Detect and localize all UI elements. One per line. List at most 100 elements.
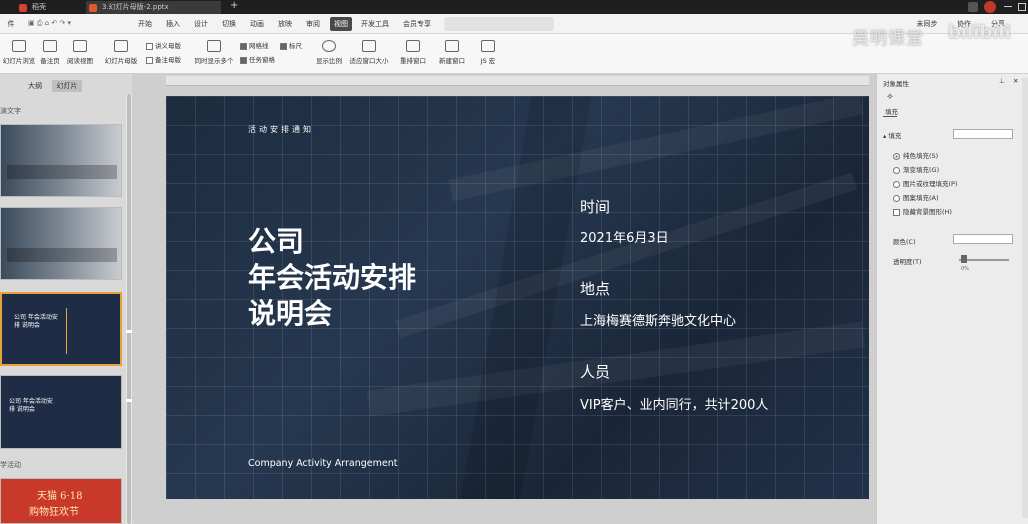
color-dropdown[interactable]: [953, 234, 1013, 244]
menu-transition[interactable]: 切换: [218, 17, 240, 31]
slide-thumbnail-2[interactable]: [0, 207, 122, 280]
tab-outline[interactable]: 大纲: [22, 80, 48, 92]
slide-thumbnail-3-selected[interactable]: 公司 年会活动安排 说明会: [0, 292, 122, 366]
thumb-ad-line1: 天猫 6·18: [37, 491, 83, 502]
tab-slides[interactable]: 幻灯片: [52, 80, 82, 92]
menu-home[interactable]: 开始: [134, 17, 156, 31]
reading-view-button[interactable]: 阅读视图: [64, 40, 96, 65]
slide-thumbnail-5[interactable]: 天猫 6·18 购物狂欢节: [0, 478, 122, 524]
title-bar: 稻壳 3.幻灯片母版-2.pptx +: [0, 0, 1028, 14]
place-value[interactable]: 上海梅赛德斯奔驰文化中心: [580, 310, 736, 329]
pin-icon[interactable]: ⊥: [999, 77, 1005, 85]
button-label: JS 宏: [480, 57, 496, 65]
button-label: 适应窗口大小: [349, 57, 389, 65]
section-label: 演文字: [0, 107, 21, 115]
search-box[interactable]: [444, 17, 554, 31]
slide-header[interactable]: 活动安排通知: [248, 124, 314, 135]
properties-scrollbar[interactable]: [1022, 78, 1028, 518]
show-multiple-button[interactable]: 同时显示多个: [192, 40, 236, 65]
menu-animation[interactable]: 动画: [246, 17, 268, 31]
arrange-windows-button[interactable]: 重排窗口: [398, 40, 428, 65]
check-label: 讲义母版: [155, 42, 181, 50]
menu-review[interactable]: 审阅: [302, 17, 324, 31]
zoom-button[interactable]: 显示比例: [314, 40, 344, 65]
option-label: 图片或纹理填充(P): [903, 180, 958, 188]
badge-icon[interactable]: [968, 2, 978, 12]
avatar[interactable]: [984, 1, 996, 13]
object-properties-panel: 对象属性 ⊥ ✕ ⟡ 填充 ▴ 填充 纯色填充(S) 渐变填充(G) 图片或纹理…: [876, 74, 1028, 524]
time-label[interactable]: 时间: [580, 196, 610, 217]
option-label: 渐变填充(G): [903, 166, 940, 174]
maximize-icon[interactable]: [1018, 3, 1026, 11]
slide-sorter-button[interactable]: 幻灯片浏览: [2, 40, 36, 65]
scrollbar-thumb[interactable]: [127, 94, 131, 524]
fill-bucket-icon[interactable]: ⟡: [887, 92, 893, 102]
option-label: 纯色填充(S): [903, 152, 939, 160]
task-pane-check[interactable]: 任务窗格: [240, 54, 275, 64]
transparency-slider-thumb[interactable]: [961, 255, 967, 263]
tab-daoke[interactable]: 稻壳: [16, 1, 76, 14]
menu-view[interactable]: 视图: [330, 17, 352, 31]
checkbox-checked-icon: [280, 42, 287, 50]
check-label: 备注母版: [155, 56, 181, 64]
tab-fill[interactable]: 填充: [885, 106, 898, 116]
slide-title-line1[interactable]: 公司: [248, 224, 304, 260]
option-gradient-fill[interactable]: 渐变填充(G): [893, 164, 939, 174]
button-label: 新建窗口: [439, 57, 465, 65]
option-pattern-fill[interactable]: 图案填充(A): [893, 192, 939, 202]
hide-background-check[interactable]: 隐藏背景图形(H): [893, 206, 952, 216]
thumb-details: [66, 308, 106, 354]
radio-icon: [893, 180, 900, 188]
horizontal-ruler: [166, 76, 869, 86]
slide-subtitle[interactable]: Company Activity Arrangement: [248, 458, 397, 469]
menu-developer[interactable]: 开发工具: [358, 17, 392, 31]
new-tab-button[interactable]: +: [230, 0, 238, 11]
handout-master-check[interactable]: 讲义母版: [146, 40, 181, 50]
fit-window-button[interactable]: 适应窗口大小: [348, 40, 390, 65]
check-label: 标尺: [289, 42, 302, 50]
new-window-button[interactable]: 新建窗口: [436, 40, 468, 65]
slides-panel: 大纲 幻灯片 演文字 公司 年会活动安排 说明会 公司 年会活动安排 说明会 学…: [0, 74, 132, 524]
notes-page-button[interactable]: 备注页: [38, 40, 62, 65]
tab-document[interactable]: 3.幻灯片母版-2.pptx: [86, 1, 221, 14]
slide-thumbnail-4[interactable]: 公司 年会活动安排 说明会: [0, 375, 122, 449]
menu-member[interactable]: 会员专享: [400, 17, 434, 31]
time-value[interactable]: 2021年6月3日: [580, 227, 669, 246]
slide-master-button[interactable]: 幻灯片母版: [102, 40, 140, 65]
minimize-icon[interactable]: [1004, 6, 1012, 7]
arrange-windows-icon: [406, 40, 420, 52]
menu-insert[interactable]: 插入: [162, 17, 184, 31]
notes-master-check[interactable]: 备注母版: [146, 54, 181, 64]
close-icon[interactable]: ✕: [1013, 77, 1018, 85]
place-label[interactable]: 地点: [580, 278, 610, 299]
reading-view-icon: [73, 40, 87, 52]
people-label[interactable]: 人员: [580, 361, 610, 382]
menu-slideshow[interactable]: 放映: [274, 17, 296, 31]
js-macro-button[interactable]: JS 宏: [474, 40, 502, 65]
option-picture-fill[interactable]: 图片或纹理填充(P): [893, 178, 958, 188]
slide-thumbnail-1[interactable]: [0, 124, 122, 197]
menu-design[interactable]: 设计: [190, 17, 212, 31]
button-label: 幻灯片浏览: [2, 57, 36, 65]
slide-title-line3[interactable]: 说明会: [248, 296, 332, 332]
option-solid-fill[interactable]: 纯色填充(S): [893, 150, 938, 160]
daoke-icon: [19, 4, 27, 12]
section-label-2: 学活动: [0, 461, 21, 469]
thumb-content: [7, 165, 117, 179]
quick-access-toolbar[interactable]: ▣ ⎙ ⌂ ↶ ↷ ▾: [28, 19, 98, 29]
new-window-icon: [445, 40, 459, 52]
slide-title-line2[interactable]: 年会活动安排: [248, 260, 416, 296]
fill-color-dropdown[interactable]: [953, 129, 1013, 139]
people-value[interactable]: VIP客户、业内同行，共计200人: [580, 394, 768, 413]
button-label: 同时显示多个: [194, 57, 234, 65]
panel-title: 对象属性: [883, 80, 909, 88]
ruler-check[interactable]: 标尺: [280, 40, 302, 50]
zoom-icon: [322, 40, 336, 52]
menu-file[interactable]: 件: [0, 17, 22, 31]
transparency-label: 透明度(T): [893, 258, 922, 266]
current-slide[interactable]: 活动安排通知 公司 年会活动安排 说明会 Company Activity Ar…: [166, 96, 869, 499]
gridlines-check[interactable]: 网格线: [240, 40, 269, 50]
fill-section-header[interactable]: ▴ 填充: [883, 130, 901, 140]
check-label: 隐藏背景图形(H): [903, 208, 952, 216]
ppt-file-icon: [89, 4, 97, 12]
